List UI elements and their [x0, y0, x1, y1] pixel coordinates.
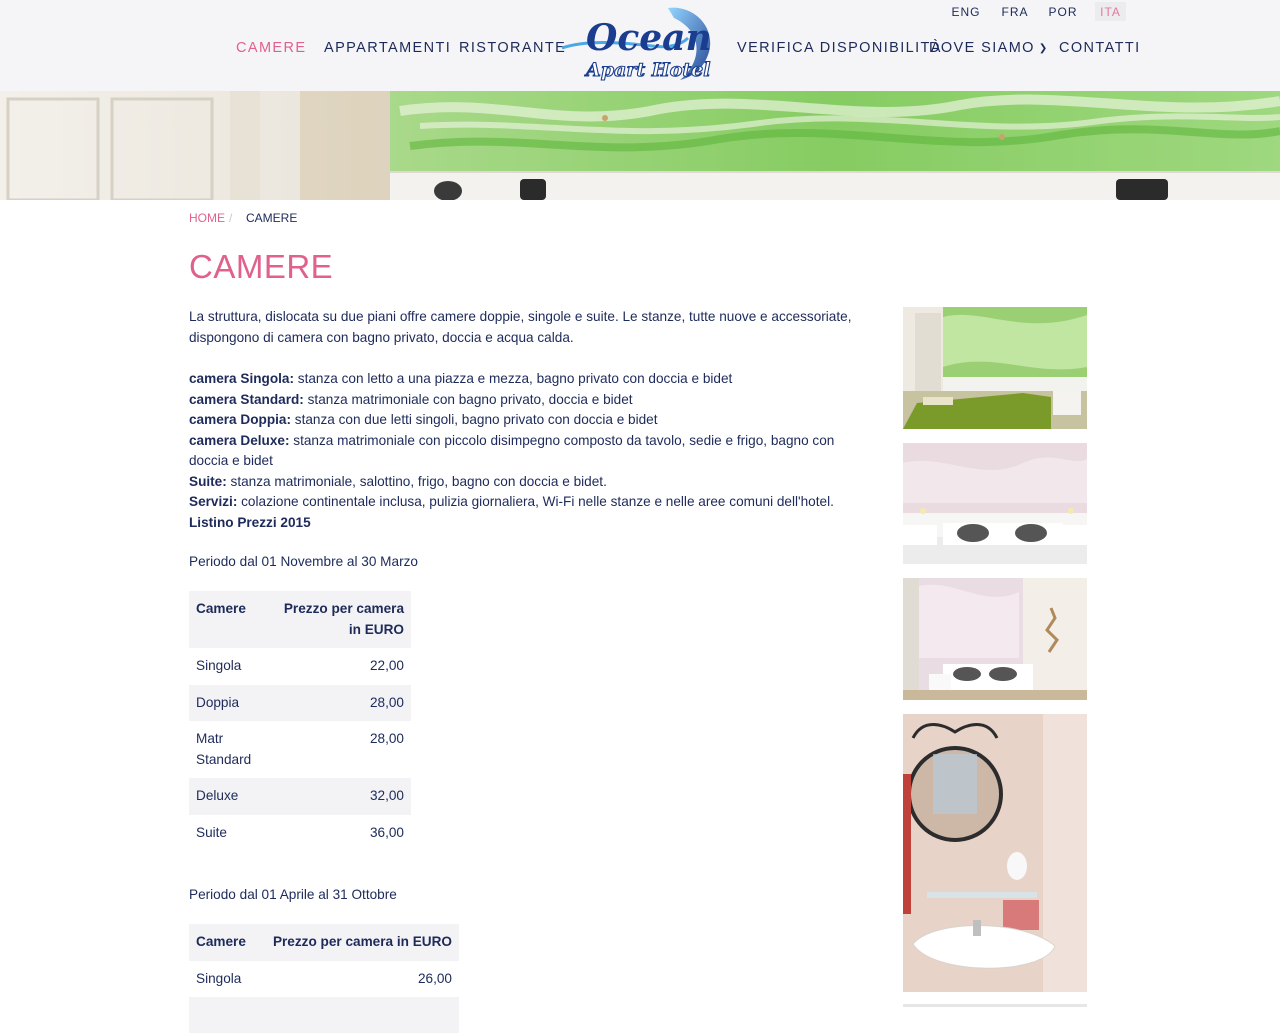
table-row: Suite 36,00 [189, 815, 411, 852]
period-1-label: Periodo dal 01 Novembre al 30 Marzo [189, 554, 418, 569]
table-cell-price: 26,00 [417, 970, 452, 986]
table-cell-price: 22,00 [369, 658, 404, 673]
nav-appartamenti[interactable]: APPARTAMENTI [324, 40, 451, 56]
hotel-logo[interactable]: Ocean Apart Hotel [556, 2, 720, 86]
table-cell-price: 28,00 [369, 694, 404, 710]
breadcrumb-current: CAMERE [246, 211, 298, 225]
table-cell-price: 28,00 [369, 731, 404, 746]
table-header-prezzo: Prezzo per camera in EURO [272, 934, 452, 949]
table-row: Doppia 28,00 [189, 684, 411, 721]
room-type-desc: stanza matrimoniale con bagno privato, d… [303, 391, 633, 407]
room-type-desc: stanza con letto a una piazza e mezza, b… [294, 371, 733, 386]
nav-dove-siamo[interactable]: DOVE SIAMO ❯ [929, 40, 1049, 56]
room-type-label: camera Deluxe: [189, 432, 290, 448]
period-2-label: Periodo dal 01 Aprile al 31 Ottobre [189, 887, 397, 902]
nav-camere[interactable]: CAMERE [236, 40, 306, 56]
table-cell-room: Singola [196, 970, 242, 986]
table-header-prezzo: Prezzo per camera in EURO [283, 601, 404, 637]
room-type-desc: stanza con due letti singoli, bagno priv… [291, 412, 658, 427]
lang-por[interactable]: POR [1045, 2, 1081, 21]
table-header-camere: Camere [196, 601, 246, 616]
nav-ristorante[interactable]: RISTORANTE [459, 40, 566, 56]
gallery-thumb-green-room[interactable] [903, 307, 1087, 429]
room-type-singola: camera Singola: stanza con letto a una p… [189, 369, 869, 390]
table-cell-price [256, 997, 459, 1033]
room-type-suite: Suite: stanza matrimoniale, salottino, f… [189, 472, 869, 493]
gallery-thumb-double-room[interactable] [903, 578, 1087, 700]
lang-ita[interactable]: ITA [1095, 2, 1126, 21]
table-row: Deluxe 32,00 [189, 778, 411, 815]
price-list-title: Listino Prezzi 2015 [189, 515, 311, 530]
room-type-label: camera Doppia: [189, 412, 291, 427]
site-header: ENG FRA POR ITA CAMERE APPARTAMENTI RIST… [0, 0, 1280, 91]
room-types-list: camera Singola: stanza con letto a una p… [189, 369, 869, 513]
page-title: CAMERE [189, 248, 334, 285]
logo-text-ocean: Ocean [586, 17, 712, 59]
room-type-label: Suite: [189, 473, 227, 489]
table-row [189, 997, 459, 1033]
table-header-row: Camere Prezzo per camera in EURO [189, 924, 459, 961]
room-type-standard: camera Standard: stanza matrimoniale con… [189, 390, 869, 411]
price-table-winter: Camere Prezzo per camera in EURO Singola… [189, 591, 411, 851]
lang-eng[interactable]: ENG [948, 2, 984, 21]
nav-verifica-disponibilita[interactable]: VERIFICA DISPONIBILITÀ [737, 40, 942, 56]
table-cell-room: Doppia [196, 694, 240, 710]
services-line: Servizi: colazione continentale inclusa,… [189, 492, 869, 513]
table-row: Singola 22,00 [189, 648, 411, 685]
table-cell-room: Deluxe [196, 788, 239, 803]
breadcrumb-home[interactable]: HOME [189, 211, 225, 225]
gallery-thumb-bathroom[interactable] [903, 714, 1087, 992]
price-table-summer: Camere Prezzo per camera in EURO Singola… [189, 924, 459, 1033]
table-header-camere: Camere [196, 934, 246, 949]
table-cell-room: Matr Standard [196, 731, 252, 767]
gallery-thumb-pink-room[interactable] [903, 443, 1087, 564]
breadcrumb-separator: / [229, 211, 233, 225]
logo-text-apart-hotel: Apart Hotel [584, 59, 710, 81]
hero-banner-image [0, 91, 1280, 200]
table-row: Singola 26,00 [189, 961, 459, 998]
table-cell-room [189, 997, 256, 1033]
intro-paragraph: La struttura, dislocata su due piani off… [189, 309, 852, 345]
chevron-down-icon: ❯ [1038, 43, 1049, 54]
table-cell-room: Suite [196, 824, 227, 840]
lang-fra[interactable]: FRA [997, 2, 1033, 21]
services-label: Servizi: [189, 494, 238, 509]
table-cell-price: 36,00 [369, 824, 404, 840]
table-header-row: Camere Prezzo per camera in EURO [189, 591, 411, 648]
services-desc: colazione continentale inclusa, pulizia … [237, 494, 834, 509]
table-cell-room: Singola [196, 658, 242, 673]
room-type-desc: stanza matrimoniale, salottino, frigo, b… [226, 473, 607, 489]
room-type-label: camera Standard: [189, 391, 304, 407]
table-cell-price: 32,00 [369, 788, 404, 803]
room-type-doppia: camera Doppia: stanza con due letti sing… [189, 410, 869, 431]
nav-contatti[interactable]: CONTATTI [1059, 40, 1141, 56]
room-type-label: camera Singola: [189, 371, 295, 386]
nav-dove-siamo-label: DOVE SIAMO [929, 40, 1035, 56]
table-row: Matr Standard 28,00 [189, 721, 411, 778]
room-type-deluxe: camera Deluxe: stanza matrimoniale con p… [189, 431, 869, 472]
